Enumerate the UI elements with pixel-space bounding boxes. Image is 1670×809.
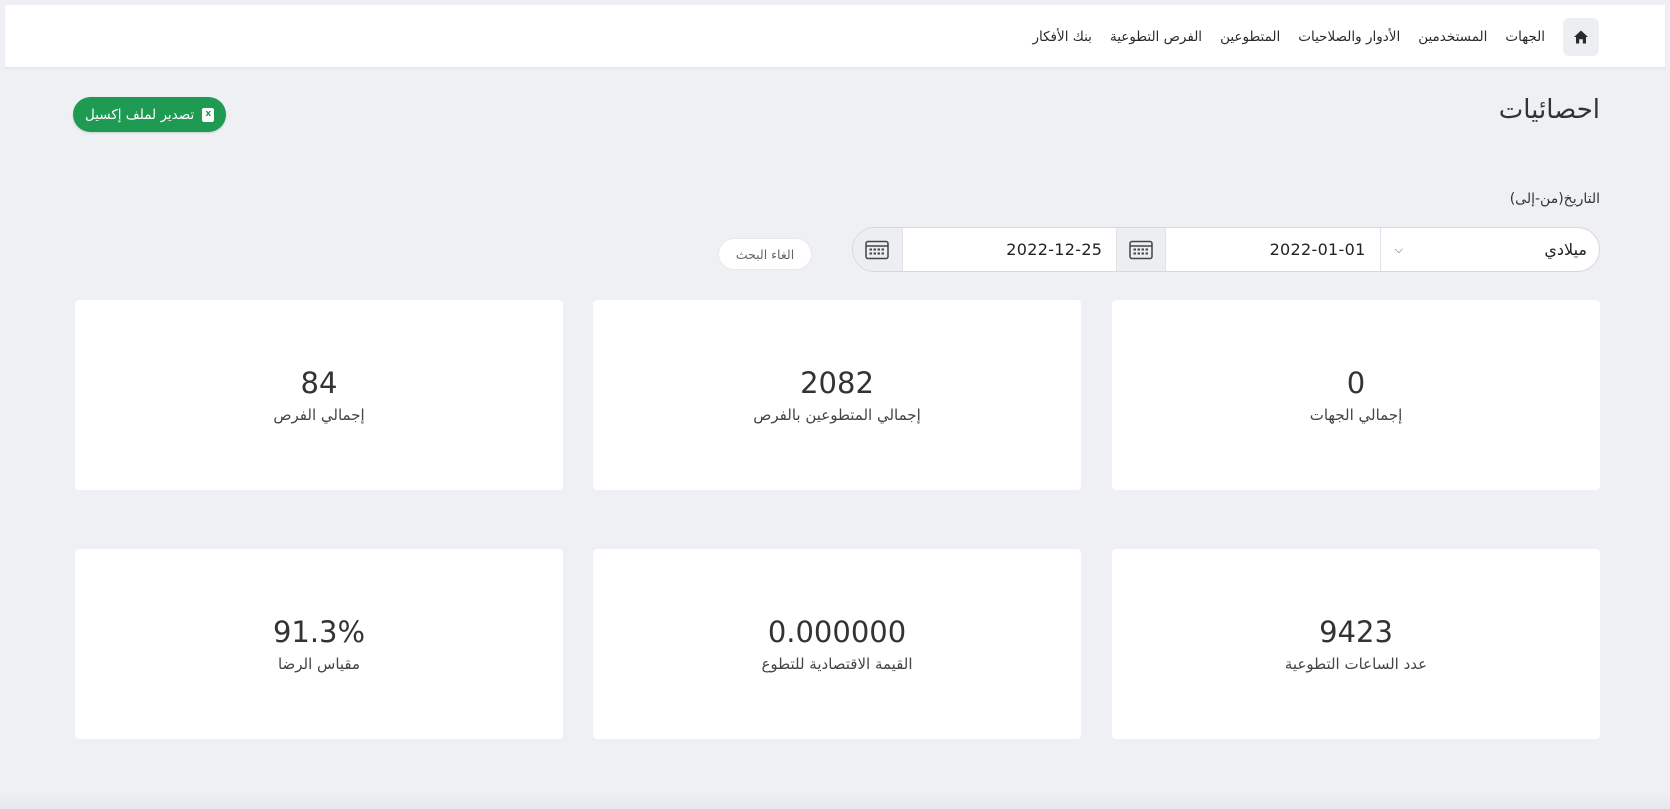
stat-label: القيمة الاقتصادية للتطوع (761, 655, 913, 674)
stat-label: إجمالي المتطوعين بالفرص (753, 406, 921, 425)
stat-card-total-volunteers: 2082 إجمالي المتطوعين بالفرص (593, 300, 1081, 490)
stat-card-total-opportunities: 84 إجمالي الفرص (75, 300, 563, 490)
calendar-type-select[interactable]: ميلادي ⌵ (1379, 228, 1599, 271)
nav-item-opportunities[interactable]: الفرص التطوعية (1110, 29, 1202, 45)
date-range-label: التاريخ(من-إلى) (1509, 191, 1600, 207)
stat-value: 91.3% (272, 614, 366, 649)
date-from-input[interactable]: 2022-01-01 (1166, 228, 1379, 271)
stat-card-volunteer-hours: 9423 عدد الساعات التطوعية (1112, 549, 1600, 739)
stat-value: 0.000000 (767, 614, 907, 649)
stat-value: 9423 (1319, 614, 1393, 649)
cancel-search-button[interactable]: الغاء البحث (718, 238, 812, 270)
chevron-down-icon: ⌵ (1394, 242, 1403, 256)
stat-label: مقياس الرضا (277, 655, 361, 674)
stat-card-economic-value: 0.000000 القيمة الاقتصادية للتطوع (593, 549, 1081, 739)
stat-value: 2082 (800, 365, 874, 400)
calendar-type-value: ميلادي (1544, 240, 1587, 259)
main-nav: الجهات المستخدمين الأدوار والصلاحيات الم… (1032, 5, 1599, 68)
date-range-filter: ميلادي ⌵ 2022-01-01 2022-12-25 (852, 227, 1600, 272)
calendar-icon (1129, 240, 1153, 259)
stat-label: إجمالي الفرص (273, 406, 365, 425)
footer-shade (0, 791, 1670, 809)
stat-card-satisfaction: 91.3% مقياس الرضا (75, 549, 563, 739)
export-excel-label: تصدير لملف إكسيل (85, 106, 195, 123)
top-navbar: الجهات المستخدمين الأدوار والصلاحيات الم… (5, 5, 1665, 68)
home-icon (1574, 30, 1588, 43)
export-excel-button[interactable]: x تصدير لملف إكسيل (73, 97, 227, 132)
stat-card-total-entities: 0 إجمالي الجهات (1112, 300, 1600, 490)
stat-label: إجمالي الجهات (1309, 406, 1403, 425)
stat-value: 0 (1346, 365, 1366, 400)
page-title: احصائيات (1498, 95, 1600, 125)
nav-item-users[interactable]: المستخدمين (1418, 29, 1487, 45)
nav-item-ideas-bank[interactable]: بنك الأفكار (1032, 29, 1092, 45)
home-button[interactable] (1563, 17, 1599, 56)
date-to-input[interactable]: 2022-12-25 (903, 228, 1116, 271)
date-from-calendar-button[interactable] (1116, 228, 1167, 271)
excel-file-icon: x (202, 107, 215, 122)
calendar-icon (865, 240, 890, 259)
date-to-calendar-button[interactable] (853, 228, 903, 271)
stat-label: عدد الساعات التطوعية (1284, 655, 1428, 674)
nav-item-entities[interactable]: الجهات (1505, 29, 1545, 45)
stat-value: 84 (300, 365, 338, 400)
nav-item-roles[interactable]: الأدوار والصلاحيات (1298, 29, 1400, 45)
page: الجهات المستخدمين الأدوار والصلاحيات الم… (0, 0, 1670, 809)
nav-item-volunteers[interactable]: المتطوعين (1220, 29, 1280, 45)
